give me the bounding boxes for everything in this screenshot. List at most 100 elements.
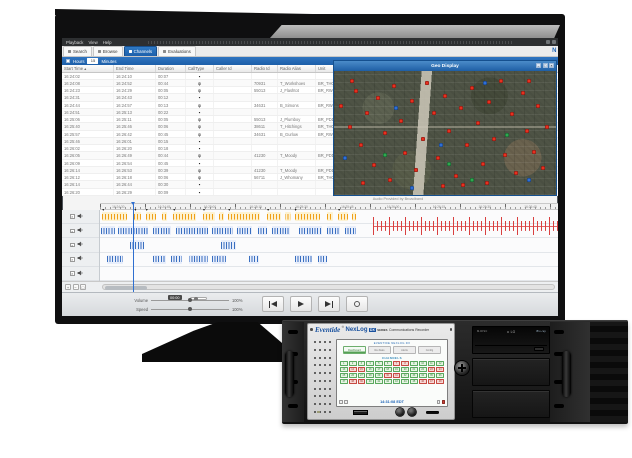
map-marker-red[interactable] [448,129,451,132]
channel-cell[interactable]: 32 [401,373,409,378]
map-marker-red[interactable] [377,97,380,100]
map-marker-red[interactable] [470,87,473,90]
tab-channels[interactable]: Channels [124,46,158,56]
channel-cell[interactable]: 34 [419,373,427,378]
map-marker-blue[interactable] [483,82,486,85]
map-marker-green[interactable] [384,154,387,157]
map-marker-red[interactable] [421,138,424,141]
map-marker-green[interactable] [470,179,473,182]
scrollbar-thumb[interactable] [105,286,147,290]
waveform-segment[interactable] [212,255,226,264]
tab-search[interactable]: Search [63,46,92,56]
channel-cell[interactable]: 20 [401,367,409,372]
channel-cell[interactable]: 31 [393,373,401,378]
channel-cell[interactable]: 9 [410,361,418,366]
zoom-button[interactable]: □ [80,284,86,290]
horizontal-scrollbar[interactable] [102,284,555,290]
screen-button-dashboard[interactable]: Dashboard [343,346,366,354]
map-marker-red[interactable] [415,169,418,172]
speaker-icon[interactable] [77,270,83,278]
channel-cell[interactable]: 38 [349,379,357,384]
channel-cell[interactable]: 41 [375,379,383,384]
channel-cell[interactable]: 40 [366,379,374,384]
channel-cell[interactable]: 39 [358,379,366,384]
track-checkbox[interactable]: × [70,271,75,276]
map-marker-red[interactable] [492,138,495,141]
channel-cell[interactable]: 11 [428,361,436,366]
waveform-segment[interactable] [338,212,348,221]
geo-display-titlebar[interactable]: Geo Display –□× [334,61,556,71]
map-marker-red[interactable] [455,175,458,178]
skip-forward-button[interactable] [318,296,340,312]
column-header[interactable]: Caller Id [214,65,252,72]
touchscreen[interactable]: EVENTIDE NEXLOG DX DashboardRe-StatsAler… [336,339,448,407]
waveform-segment[interactable] [130,240,145,249]
map-marker-red[interactable] [388,179,391,182]
channel-cell[interactable]: 4 [366,361,374,366]
channel-cell[interactable]: 7 [393,361,401,366]
track-checkbox[interactable]: × [70,229,75,234]
timeline-ruler[interactable]: 16:24:3016:24:4516:25:0016:25:1516:25:30… [100,203,558,210]
map-marker-red[interactable] [372,164,375,167]
map-marker-blue[interactable] [344,156,347,159]
zoom-button[interactable]: + [65,284,71,290]
waveform-segment[interactable] [352,212,357,221]
geo-window-button[interactable]: □ [543,63,548,68]
waveform-segment[interactable] [171,255,182,264]
menu-item-help[interactable]: Help [103,40,112,45]
headphone-jack[interactable] [426,411,439,415]
column-header[interactable]: Start Time ▴ [62,65,114,72]
geo-window-button[interactable]: – [536,63,541,68]
timespan-value-input[interactable]: 15 [87,58,98,64]
map-marker-red[interactable] [384,132,387,135]
map-marker-red[interactable] [366,112,369,115]
map-marker-red[interactable] [392,84,395,87]
channel-cell[interactable]: 48 [436,379,444,384]
track-checkbox[interactable]: × [70,257,75,262]
channel-cell[interactable]: 18 [384,367,392,372]
menu-icon[interactable] [344,400,348,404]
map-marker-red[interactable] [404,151,407,154]
map-marker-red[interactable] [488,101,491,104]
waveform-segment[interactable] [107,255,123,264]
speaker-icon[interactable] [77,227,83,235]
channel-cell[interactable]: 1 [340,361,348,366]
map-marker-red[interactable] [510,113,513,116]
waveform-segment[interactable] [318,255,327,264]
channel-cell[interactable]: 30 [384,373,392,378]
channel-cell[interactable]: 25 [340,373,348,378]
map-marker-red[interactable] [521,92,524,95]
rack-handle-right[interactable] [562,351,571,397]
eject-button[interactable] [534,347,544,351]
map-marker-red[interactable] [441,185,444,188]
channel-cell[interactable]: 29 [375,373,383,378]
map-marker-red[interactable] [355,89,358,92]
screen-button-config[interactable]: Config [418,346,441,354]
alert-icon[interactable] [442,400,446,404]
channel-cell[interactable]: 2 [349,361,357,366]
waveform-segment[interactable] [102,212,127,221]
waveform-segment[interactable] [101,226,115,235]
menu-item-playback[interactable]: Playback [66,40,83,45]
channel-cell[interactable]: 36 [436,373,444,378]
channel-cell[interactable]: 46 [419,379,427,384]
channel-cell[interactable]: 23 [428,367,436,372]
map-marker-red[interactable] [410,99,413,102]
channel-cell[interactable]: 26 [349,373,357,378]
channel-cell[interactable]: 37 [340,379,348,384]
map-marker-blue[interactable] [395,107,398,110]
waveform-segment[interactable] [285,212,290,221]
channel-cell[interactable]: 33 [410,373,418,378]
map-marker-red[interactable] [426,82,429,85]
waveform-segment[interactable] [228,212,260,221]
rack-handle-left[interactable] [285,351,294,397]
channel-cell[interactable]: 24 [436,367,444,372]
map-marker-red[interactable] [481,163,484,166]
speaker-icon[interactable] [77,213,83,221]
map-marker-green[interactable] [506,134,509,137]
channel-cell[interactable]: 14 [349,367,357,372]
channel-cell[interactable]: 3 [358,361,366,366]
map-marker-red[interactable] [444,94,447,97]
map-marker-blue[interactable] [439,144,442,147]
channel-cell[interactable]: 44 [401,379,409,384]
